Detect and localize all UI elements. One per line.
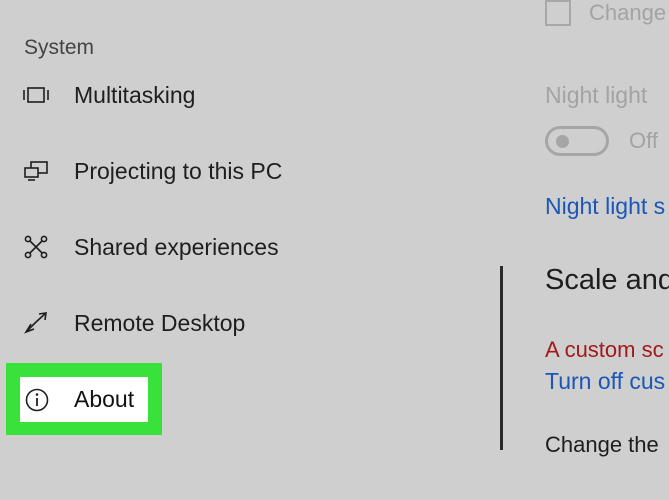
sidebar-item-about[interactable]: About [20, 377, 148, 422]
night-light-toggle-row[interactable]: Off [545, 126, 658, 156]
scale-and-layout-heading: Scale and [545, 264, 669, 296]
shared-experiences-icon [22, 234, 54, 260]
sidebar-item-multitasking[interactable]: Multitasking [22, 75, 195, 115]
sidebar-item-label: Shared experiences [74, 233, 279, 260]
projecting-icon [22, 158, 54, 184]
info-icon [23, 386, 51, 414]
change-text-label: Change the [545, 432, 659, 457]
change-checkbox-label: Change [589, 0, 667, 25]
scrollbar-thumb[interactable] [500, 266, 503, 450]
change-checkbox[interactable] [545, 0, 571, 26]
night-light-toggle-label: Off [629, 128, 658, 153]
sidebar-item-label: Multitasking [74, 81, 196, 108]
toggle-knob [556, 135, 569, 148]
sidebar-item-remote-desktop[interactable]: Remote Desktop [22, 303, 245, 343]
night-light-settings-link[interactable]: Night light s [545, 193, 665, 220]
settings-sidebar: System Multitasking Projecting to this P… [0, 0, 500, 500]
night-light-toggle[interactable] [545, 126, 609, 156]
turn-off-custom-scaling-link[interactable]: Turn off cus [545, 368, 665, 395]
night-light-heading: Night light [545, 82, 648, 108]
multitasking-icon [22, 82, 54, 108]
change-checkbox-row[interactable]: Change [545, 0, 666, 26]
remote-desktop-icon [22, 310, 54, 336]
sidebar-item-label: About [74, 386, 135, 412]
sidebar-item-label: Remote Desktop [74, 309, 246, 336]
settings-content-pane: Change Night light Off Night light s Sca… [505, 0, 669, 500]
sidebar-item-shared-experiences[interactable]: Shared experiences [22, 227, 279, 267]
sidebar-section-title: System [24, 36, 95, 59]
sidebar-item-projecting[interactable]: Projecting to this PC [22, 151, 282, 191]
sidebar-item-label: Projecting to this PC [74, 157, 283, 184]
custom-scale-warning: A custom sc [545, 337, 664, 362]
